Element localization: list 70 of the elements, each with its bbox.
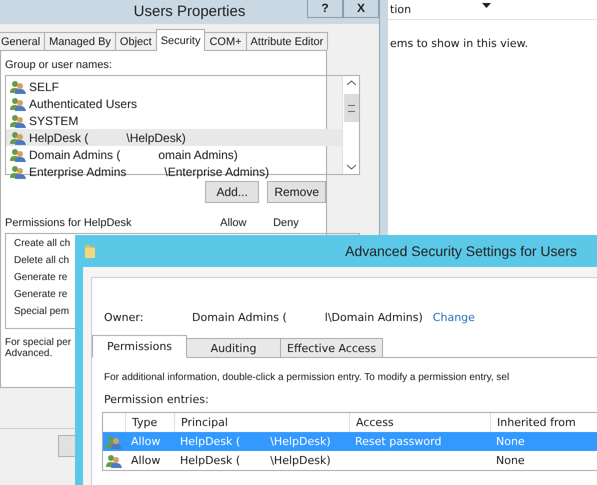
entry-principal: HelpDesk (	[180, 454, 240, 467]
principal-item[interactable]: SYSTEM	[6, 112, 342, 129]
principal-name: Domain Admins (	[29, 148, 120, 162]
users-icon	[106, 454, 122, 468]
owner-name: Domain Admins (	[192, 310, 287, 324]
tab[interactable]: Auditing	[186, 338, 281, 358]
principal-name: SYSTEM	[29, 114, 78, 128]
users-icon	[106, 434, 122, 448]
entries-label: Permission entries:	[103, 392, 210, 406]
tab[interactable]: Security	[156, 29, 206, 51]
principal-name: SELF	[29, 80, 60, 94]
permission-entry[interactable]: Allow HelpDesk ( \HelpDesk) None	[103, 451, 597, 470]
entry-principal: \HelpDesk)	[270, 454, 331, 467]
permission-name: Generate re	[14, 272, 68, 285]
users-icon	[10, 114, 26, 128]
entry-inherited: None	[495, 435, 526, 448]
group-label: Group or user names:	[5, 59, 113, 71]
users-icon	[10, 80, 26, 94]
principal-name: \HelpDesk)	[126, 130, 186, 144]
users-icon	[10, 130, 26, 144]
column-header: Deny	[273, 217, 300, 229]
principal-item[interactable]: Enterprise Admins \Enterprise Admins)	[6, 163, 342, 180]
entry-principal: \HelpDesk)	[270, 435, 331, 448]
sort-arrow-icon	[482, 3, 491, 8]
note-text: For special per	[5, 337, 72, 348]
principal-item[interactable]: Authenticated Users	[6, 95, 342, 112]
dialog-button[interactable]: Add...	[205, 181, 260, 203]
dialog-button[interactable]: Remove	[267, 181, 326, 203]
principal-name: Enterprise Admins	[29, 164, 126, 178]
principal-name: \Enterprise Admins)	[164, 164, 270, 178]
users-icon	[10, 164, 26, 178]
entry-principal: HelpDesk (	[180, 435, 240, 448]
folder-icon	[85, 244, 95, 258]
tab[interactable]: Object	[114, 32, 157, 50]
principal-name: Authenticated Users	[29, 96, 138, 110]
principal-item[interactable]: Domain Admins ( omain Admins)	[6, 146, 342, 163]
window-title: Advanced Security Settings for Users	[345, 243, 577, 259]
tab[interactable]: Permissions	[92, 335, 187, 358]
title-bar-button[interactable]: ?	[307, 0, 343, 18]
scrollbar[interactable]	[342, 76, 359, 174]
principal-name: HelpDesk (	[29, 130, 88, 144]
owner-name: l\Domain Admins)	[324, 310, 423, 324]
permissions-label: Permissions for HelpDesk	[5, 217, 133, 229]
users-icon	[10, 148, 26, 162]
permission-name: Special pem	[14, 306, 70, 319]
permission-name: Create all ch	[14, 238, 70, 251]
info-text: For additional information, double-click a permission entry. To modify a permission entry, sel	[104, 372, 510, 383]
principal-name: omain Admins)	[158, 148, 238, 162]
entry-access: Reset password	[355, 435, 442, 448]
column-header[interactable]: tion	[388, 3, 412, 16]
empty-message: ems to show in this view.	[389, 36, 530, 50]
scroll-up-icon	[346, 80, 356, 86]
permission-name: Delete all ch	[14, 255, 70, 268]
title-bar-button[interactable]: X	[343, 0, 379, 18]
change-link[interactable]: Change	[432, 310, 475, 324]
users-icon	[10, 96, 26, 110]
principal-item[interactable]: SELF	[6, 78, 342, 95]
tab[interactable]: Attribute Editor	[246, 32, 328, 50]
entry-type: Allow	[130, 454, 162, 467]
owner-label: Owner:	[104, 310, 144, 324]
note-text: Advanced.	[5, 348, 52, 359]
scroll-down-icon	[346, 164, 356, 170]
tab[interactable]: Effective Access	[280, 338, 384, 358]
entry-type: Allow	[130, 435, 162, 448]
column-header: Allow	[220, 217, 248, 229]
entry-inherited: None	[495, 454, 526, 467]
principal-item[interactable]: HelpDesk ( \HelpDesk)	[6, 129, 342, 146]
permission-name: Generate re	[14, 289, 68, 302]
tab[interactable]: Managed By	[44, 32, 116, 50]
window-title: Users Properties	[134, 2, 246, 20]
